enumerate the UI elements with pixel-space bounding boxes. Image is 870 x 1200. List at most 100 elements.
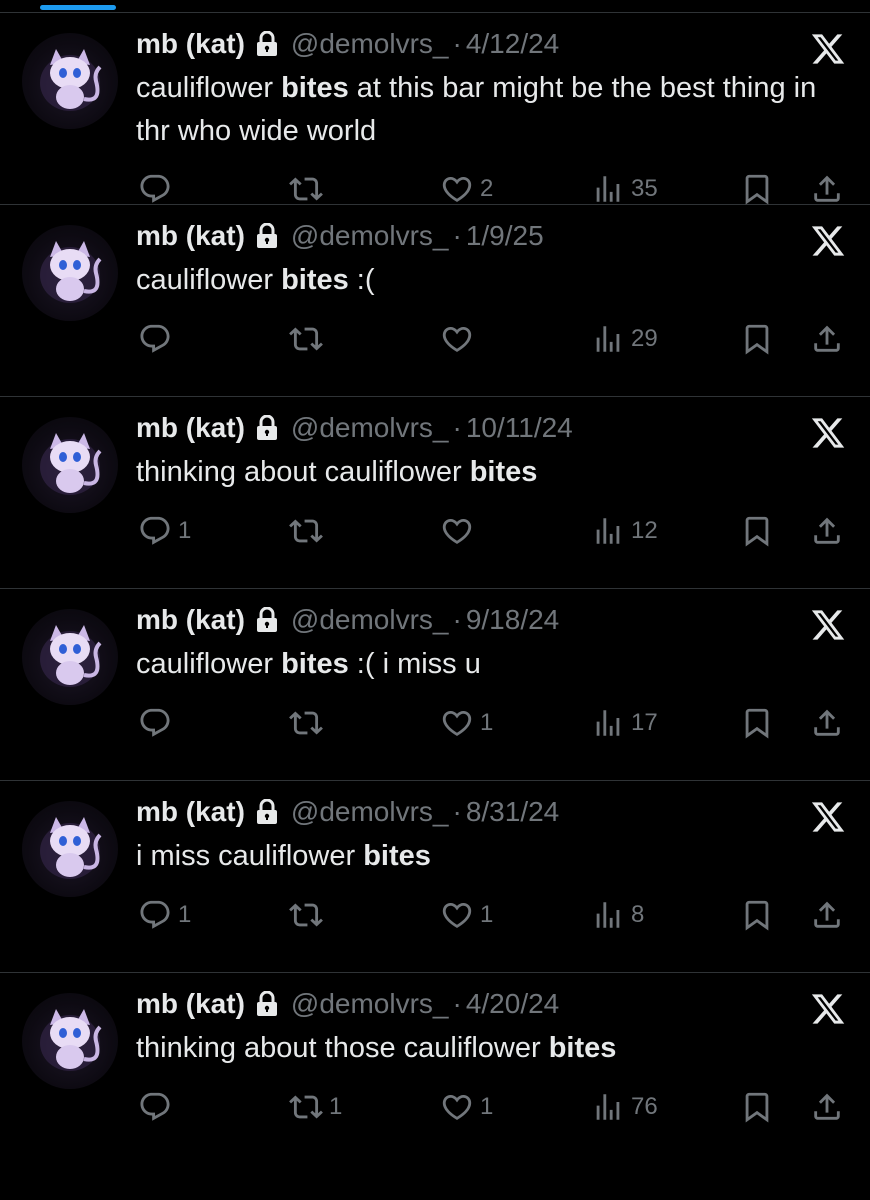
tweet-text-part: cauliflower — [136, 264, 282, 296]
display-name[interactable]: mb (kat) — [136, 604, 245, 636]
lock-icon — [255, 799, 279, 825]
tweet-date[interactable]: 9/18/24 — [466, 604, 559, 636]
display-name[interactable]: mb (kat) — [136, 28, 245, 60]
retweet-icon — [289, 898, 323, 932]
lock-icon — [255, 31, 279, 57]
views-icon — [591, 1090, 625, 1124]
user-handle[interactable]: @demolvrs_ — [291, 988, 449, 1020]
reply-count: 1 — [178, 901, 192, 928]
share-button[interactable] — [810, 895, 844, 935]
avatar[interactable] — [22, 993, 118, 1089]
tweet-card[interactable]: mb (kat) @demolvrs_ · 1/9/25 cauliflower… — [0, 205, 870, 397]
share-button[interactable] — [810, 703, 844, 743]
reply-button[interactable]: 1 — [138, 895, 191, 935]
display-name[interactable]: mb (kat) — [136, 988, 245, 1020]
retweet-button[interactable]: 1 — [289, 1087, 342, 1127]
avatar[interactable] — [22, 609, 118, 705]
tweet-date[interactable]: 1/9/25 — [466, 220, 544, 252]
reply-icon — [138, 172, 172, 206]
lock-icon — [255, 223, 279, 249]
views-button[interactable]: 17 — [591, 703, 658, 743]
view-count: 76 — [631, 1093, 658, 1120]
share-icon — [810, 706, 844, 740]
retweet-icon — [289, 706, 323, 740]
tweet-date[interactable]: 8/31/24 — [466, 796, 559, 828]
view-count: 29 — [631, 325, 658, 352]
retweet-button[interactable] — [289, 511, 329, 551]
separator-dot: · — [452, 988, 462, 1019]
like-button[interactable]: 1 — [440, 1087, 493, 1127]
views-button[interactable]: 76 — [591, 1087, 658, 1127]
share-icon — [810, 898, 844, 932]
retweet-button[interactable] — [289, 169, 329, 209]
reply-icon — [138, 898, 172, 932]
bookmark-button[interactable] — [740, 1087, 774, 1127]
heart-icon — [440, 706, 474, 740]
tweet-text-highlight: bites — [281, 648, 349, 680]
avatar[interactable] — [22, 417, 118, 513]
like-count: 1 — [480, 901, 494, 928]
share-button[interactable] — [810, 511, 844, 551]
reply-button[interactable] — [138, 1087, 178, 1127]
like-button[interactable] — [440, 511, 480, 551]
views-button[interactable]: 29 — [591, 319, 658, 359]
views-button[interactable]: 12 — [591, 511, 658, 551]
tweet-date[interactable]: 4/20/24 — [466, 988, 559, 1020]
tweet-text-highlight: bites — [548, 1032, 617, 1064]
like-button[interactable]: 1 — [440, 703, 493, 743]
display-name[interactable]: mb (kat) — [136, 220, 245, 252]
user-handle[interactable]: @demolvrs_ — [291, 796, 449, 828]
tweet-date[interactable]: 10/11/24 — [466, 412, 573, 444]
reply-button[interactable] — [138, 319, 178, 359]
tweet-card[interactable]: mb (kat) @demolvrs_ · 4/20/24 thinking a… — [0, 973, 870, 1165]
like-button[interactable]: 1 — [440, 895, 493, 935]
reply-icon — [138, 1090, 172, 1124]
display-name[interactable]: mb (kat) — [136, 412, 245, 444]
tweet-text-part: i miss cauliflower — [136, 840, 364, 872]
reply-button[interactable]: 1 — [138, 511, 191, 551]
share-button[interactable] — [810, 169, 844, 209]
separator-dot: · — [452, 604, 462, 635]
user-handle[interactable]: @demolvrs_ — [291, 220, 449, 252]
tweet-card[interactable]: mb (kat) @demolvrs_ · 8/31/24 i miss cau… — [0, 781, 870, 973]
view-count: 12 — [631, 517, 658, 544]
retweet-button[interactable] — [289, 895, 329, 935]
tweet-date[interactable]: 4/12/24 — [466, 28, 559, 60]
like-button[interactable]: 2 — [440, 169, 493, 209]
tweet-card[interactable]: mb (kat) @demolvrs_ · 9/18/24 cauliflowe… — [0, 589, 870, 781]
user-handle[interactable]: @demolvrs_ — [291, 28, 449, 60]
user-handle[interactable]: @demolvrs_ — [291, 412, 449, 444]
tweet-card[interactable]: mb (kat) @demolvrs_ · 4/12/24 cauliflowe… — [0, 13, 870, 205]
like-button[interactable] — [440, 319, 480, 359]
user-handle[interactable]: @demolvrs_ — [291, 604, 449, 636]
share-icon — [810, 322, 844, 356]
retweet-button[interactable] — [289, 703, 329, 743]
bookmark-button[interactable] — [740, 703, 774, 743]
tweet-text: cauliflower bites at this bar might be t… — [136, 67, 836, 153]
retweet-icon — [289, 514, 323, 548]
reply-icon — [138, 706, 172, 740]
avatar[interactable] — [22, 801, 118, 897]
retweet-icon — [289, 322, 323, 356]
views-button[interactable]: 35 — [591, 169, 658, 209]
x-logo-icon — [810, 799, 846, 835]
reply-button[interactable] — [138, 703, 178, 743]
action-bar: 1 17 — [0, 703, 870, 743]
avatar[interactable] — [22, 225, 118, 321]
avatar[interactable] — [22, 33, 118, 129]
separator-dot: · — [452, 28, 462, 59]
bookmark-button[interactable] — [740, 319, 774, 359]
retweet-button[interactable] — [289, 319, 329, 359]
views-button[interactable]: 8 — [591, 895, 644, 935]
share-button[interactable] — [810, 319, 844, 359]
share-button[interactable] — [810, 1087, 844, 1127]
reply-button[interactable] — [138, 169, 178, 209]
display-name[interactable]: mb (kat) — [136, 796, 245, 828]
tweet-card[interactable]: mb (kat) @demolvrs_ · 10/11/24 thinking … — [0, 397, 870, 589]
bookmark-button[interactable] — [740, 895, 774, 935]
bookmark-button[interactable] — [740, 169, 774, 209]
bookmark-button[interactable] — [740, 511, 774, 551]
tweet-text-part: cauliflower — [136, 72, 282, 104]
view-count: 35 — [631, 175, 658, 202]
tweet-text-part: thinking about those cauliflower — [136, 1032, 549, 1064]
